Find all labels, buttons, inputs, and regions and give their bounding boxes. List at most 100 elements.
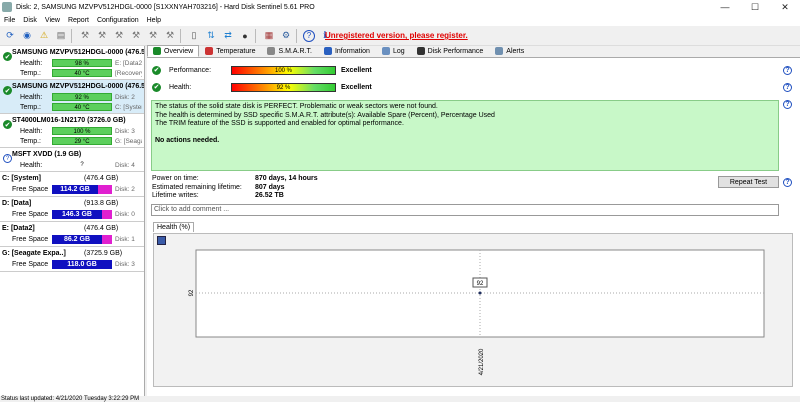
- menu-report[interactable]: Report: [64, 17, 93, 24]
- tab-overview[interactable]: Overview: [147, 45, 200, 57]
- data-point: [478, 291, 482, 295]
- menu-view[interactable]: View: [41, 17, 64, 24]
- tab-log[interactable]: Log: [376, 45, 411, 57]
- test3-icon[interactable]: ⚒: [112, 29, 126, 43]
- alert-icon[interactable]: ⚠: [37, 29, 51, 43]
- sync-icon[interactable]: ⇅: [204, 29, 218, 43]
- close-button[interactable]: ✕: [770, 0, 800, 14]
- free-space-label: Free Space: [12, 211, 49, 218]
- tab-information[interactable]: Information: [318, 45, 376, 57]
- status-spacer: [155, 129, 775, 138]
- tab-bar: Overview Temperature S.M.A.R.T. Informat…: [147, 45, 800, 58]
- test2-icon[interactable]: ⚒: [95, 29, 109, 43]
- disk-title: MSFT XVDD (1.9 GB): [12, 151, 82, 158]
- disk-side-info: E: [Data2],: [115, 59, 142, 67]
- disk-side-info: Disk: 2: [115, 93, 135, 101]
- free-space-label: Free Space: [12, 186, 49, 193]
- minimize-button[interactable]: —: [710, 0, 740, 14]
- volume-name: D: [Data]: [2, 200, 32, 207]
- health-row: ✔ Health: 92 % Excellent ?: [147, 81, 800, 93]
- test5-icon[interactable]: ⚒: [146, 29, 160, 43]
- disk-side-info: Disk: 4: [115, 161, 135, 169]
- toolbar-separator: [71, 28, 72, 43]
- menu-bar: File Disk View Report Configuration Help: [0, 14, 800, 26]
- refresh-icon[interactable]: ⟳: [3, 29, 17, 43]
- health-chart-area: 92 92 4/21/2020: [153, 233, 793, 387]
- disk-side-info: C: [System: [115, 103, 142, 111]
- remaining-label: Estimated remaining lifetime:: [152, 183, 242, 191]
- tab-label: Alerts: [506, 47, 525, 55]
- menu-disk[interactable]: Disk: [19, 17, 41, 24]
- check-icon: ✔: [152, 82, 161, 92]
- help-icon[interactable]: ?: [783, 178, 792, 187]
- x-tick-label: 4/21/2020: [479, 348, 485, 375]
- point-label: 92: [477, 281, 484, 287]
- app-icon: [2, 2, 12, 12]
- tab-label: Information: [334, 47, 370, 55]
- temp-label: Temp.:: [20, 69, 42, 77]
- test6-icon[interactable]: ⚒: [163, 29, 177, 43]
- help-icon[interactable]: ?: [783, 100, 792, 109]
- test-icon[interactable]: ⚒: [78, 29, 92, 43]
- used-space-fill: [102, 235, 112, 244]
- disk-entry[interactable]: SAMSUNG MZVPV512HDGL-0000 (476.5 ✔ Healt…: [0, 46, 144, 80]
- tab-alerts[interactable]: Alerts: [489, 45, 530, 57]
- menu-configuration[interactable]: Configuration: [93, 17, 143, 24]
- power-on-label: Power on time:: [152, 175, 199, 182]
- thermometer-icon: [205, 47, 214, 55]
- health-bar: 92 %: [52, 93, 112, 101]
- menu-file[interactable]: File: [0, 17, 19, 24]
- circle-icon[interactable]: ●: [238, 29, 252, 43]
- report-icon[interactable]: ▤: [54, 29, 68, 43]
- comment-input[interactable]: Click to add comment ...: [151, 204, 779, 216]
- volume-entry[interactable]: E: [Data2] (476.4 GB) Free Space 86.2 GB Di…: [0, 222, 144, 247]
- tab-disk-performance[interactable]: Disk Performance: [411, 45, 490, 57]
- menu-help[interactable]: Help: [143, 17, 165, 24]
- volume-name: E: [Data2]: [2, 225, 35, 232]
- unregistered-link[interactable]: Unregistered version, please register.: [325, 31, 468, 40]
- disk-refresh-icon[interactable]: ◉: [20, 29, 34, 43]
- chart-icon[interactable]: ▦: [262, 29, 276, 43]
- tab-label: Temperature: [216, 47, 256, 55]
- document-icon[interactable]: ▯: [187, 29, 201, 43]
- disk-side-info: Disk: 3: [115, 127, 135, 135]
- y-tick-label: 92: [189, 289, 195, 296]
- disk-entry[interactable]: ST4000LM016-1N2170 (3726.0 GB) ✔ Health:…: [0, 114, 144, 148]
- help-icon[interactable]: ?: [303, 29, 315, 42]
- repeat-test-button[interactable]: Repeat Test: [718, 176, 779, 188]
- volume-disk: Disk: 2: [115, 186, 135, 193]
- volume-size: (476.4 GB): [84, 225, 119, 232]
- maximize-button[interactable]: ☐: [740, 0, 770, 14]
- disk-title: SAMSUNG MZVPV512HDGL-0000 (476.5: [12, 49, 144, 56]
- free-space-value: 114.2 GB: [52, 185, 98, 194]
- volume-size: (476.4 GB): [84, 175, 119, 182]
- writes-label: Lifetime writes:: [152, 192, 199, 199]
- status-line: No actions needed.: [155, 137, 220, 144]
- tab-smart[interactable]: S.M.A.R.T.: [261, 45, 317, 57]
- volume-entry[interactable]: C: [System] (476.4 GB) Free Space 114.2 GB…: [0, 172, 144, 197]
- volume-entry[interactable]: D: [Data] (913.8 GB) Free Space 146.3 GB Di…: [0, 197, 144, 222]
- disk-entry-selected[interactable]: SAMSUNG MZVPV512HDGL-0000 (476.5 ✔ Healt…: [0, 80, 144, 114]
- volume-entry[interactable]: G: [Seagate Expa..] (3725.9 GB) Free Spac…: [0, 247, 144, 272]
- gear-icon[interactable]: ⚙: [279, 29, 293, 43]
- used-space-fill: [102, 210, 112, 219]
- network-icon[interactable]: ⇄: [221, 29, 235, 43]
- title-bar: Disk: 2, SAMSUNG MZVPV512HDGL-0000 [S1XX…: [0, 0, 800, 14]
- help-icon[interactable]: ?: [783, 82, 792, 92]
- health-bar: ?: [80, 162, 84, 168]
- tab-temperature[interactable]: Temperature: [199, 45, 261, 57]
- help-icon[interactable]: ?: [783, 65, 792, 75]
- disk-entry[interactable]: MSFT XVDD (1.9 GB) ? Health:? Disk: 4: [0, 148, 144, 172]
- temp-bar: 29 °C: [52, 137, 112, 145]
- health-label: Health:: [20, 161, 43, 169]
- volume-size: (3725.9 GB): [84, 250, 123, 257]
- temp-label: Temp.:: [20, 103, 42, 111]
- test4-icon[interactable]: ⚒: [129, 29, 143, 43]
- overview-panel: Overview Temperature S.M.A.R.T. Informat…: [147, 45, 800, 396]
- disk-title: ST4000LM016-1N2170 (3726.0 GB): [12, 117, 126, 124]
- free-space-bar: 86.2 GB: [52, 235, 112, 244]
- health-label: Health:: [169, 83, 192, 91]
- performance-bar: 100 %: [231, 65, 336, 75]
- tab-health-graph[interactable]: Health (%): [153, 222, 195, 232]
- free-space-label: Free Space: [12, 236, 49, 243]
